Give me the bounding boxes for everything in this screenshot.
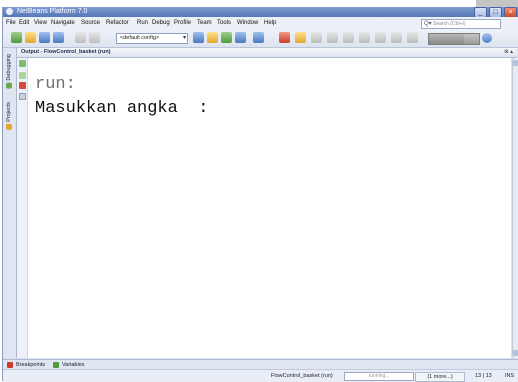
- tab-projects[interactable]: Projects: [4, 102, 14, 130]
- menu-help[interactable]: Help: [264, 17, 276, 29]
- scroll-down-arrow[interactable]: [513, 350, 518, 356]
- output-panel-header[interactable]: Output - FlowControl_basket (run) ⊗ ▴: [17, 48, 517, 58]
- run-to-cursor-icon[interactable]: [375, 32, 386, 43]
- config-select[interactable]: <default config> ▾: [116, 33, 188, 44]
- search-icon: Q▾: [424, 21, 432, 27]
- tab-debugging[interactable]: Debugging: [4, 54, 14, 89]
- menu-tools[interactable]: Tools: [217, 17, 231, 29]
- redo-icon[interactable]: [89, 32, 100, 43]
- open-project-icon[interactable]: [39, 32, 50, 43]
- window-controls: _ □ ×: [474, 7, 517, 18]
- step-out-icon[interactable]: [359, 32, 370, 43]
- build-icon[interactable]: [193, 32, 204, 43]
- tab-debugging-label: Debugging: [6, 54, 12, 81]
- running-project[interactable]: FlowControl_basket (run): [271, 370, 333, 382]
- save-all-icon[interactable]: [53, 32, 64, 43]
- wrap-output-icon[interactable]: [19, 93, 26, 100]
- rerun-different-params-icon[interactable]: [19, 72, 26, 79]
- progress-label: running...: [368, 373, 390, 379]
- pause-icon[interactable]: [295, 32, 306, 43]
- debug-icon[interactable]: [235, 32, 246, 43]
- memory-fill: [429, 34, 464, 44]
- variables-icon: [53, 362, 59, 368]
- breakpoint-icon: [7, 362, 13, 368]
- step-over-icon[interactable]: [327, 32, 338, 43]
- debugging-icon: [6, 82, 12, 89]
- menu-window[interactable]: Window: [237, 17, 258, 29]
- projects-icon: [6, 123, 12, 130]
- menu-navigate[interactable]: Navigate: [51, 17, 75, 29]
- search-input[interactable]: Q▾ Search (Ctrl+I): [421, 19, 501, 29]
- menu-file[interactable]: File: [6, 17, 16, 29]
- status-bar: FlowControl_basket (run) running... (1 m…: [3, 369, 518, 382]
- menu-refactor[interactable]: Refactor: [106, 17, 129, 29]
- garbage-collect-icon[interactable]: [482, 33, 492, 43]
- output-title: Output - FlowControl_basket (run): [21, 49, 111, 55]
- menu-debug[interactable]: Debug: [152, 17, 170, 29]
- new-file-icon[interactable]: [11, 32, 22, 43]
- menu-edit[interactable]: Edit: [19, 17, 29, 29]
- netbeans-icon: [6, 8, 13, 15]
- console-line: run:: [35, 75, 76, 94]
- menu-profile[interactable]: Profile: [174, 17, 191, 29]
- tab-projects-label: Projects: [6, 102, 12, 122]
- scroll-up-arrow[interactable]: [513, 60, 518, 66]
- search-placeholder: Search (Ctrl+I): [433, 21, 466, 27]
- main-toolbar: <default config> ▾: [3, 29, 518, 48]
- continue-icon[interactable]: [311, 32, 322, 43]
- profile-icon[interactable]: [253, 32, 264, 43]
- take-snapshot-icon[interactable]: [407, 32, 418, 43]
- title-bar: NetBeans Platform 7.0 _ □ ×: [3, 7, 518, 18]
- clean-build-icon[interactable]: [207, 32, 218, 43]
- menu-run[interactable]: Run: [137, 17, 148, 29]
- ide-window: NetBeans Platform 7.0 _ □ × File Edit Vi…: [2, 7, 518, 382]
- console-line: Masukkan angka :: [35, 99, 209, 118]
- chevron-down-icon: ▾: [182, 35, 186, 41]
- panel-controls[interactable]: ⊗ ▴: [504, 48, 513, 57]
- insert-mode: INS: [505, 373, 515, 379]
- memory-indicator[interactable]: [428, 33, 480, 45]
- menu-team[interactable]: Team: [197, 17, 212, 29]
- config-value: <default config>: [120, 35, 160, 41]
- progress-bar[interactable]: running...: [344, 372, 414, 381]
- new-project-icon[interactable]: [25, 32, 36, 43]
- step-into-icon[interactable]: [343, 32, 354, 43]
- window-title: NetBeans Platform 7.0: [17, 8, 88, 15]
- output-gutter: [17, 58, 28, 358]
- run-icon[interactable]: [221, 32, 232, 43]
- undo-icon[interactable]: [75, 32, 86, 43]
- vertical-scrollbar[interactable]: [512, 58, 518, 358]
- stop-process-icon[interactable]: [19, 82, 26, 89]
- left-tab-strip: Debugging Projects: [3, 48, 17, 358]
- rerun-icon[interactable]: [19, 60, 26, 67]
- stop-icon[interactable]: [279, 32, 290, 43]
- apply-code-changes-icon[interactable]: [391, 32, 402, 43]
- caret-position: 13 | 13: [475, 373, 492, 379]
- menu-view[interactable]: View: [34, 17, 47, 29]
- menu-bar: File Edit View Navigate Source Refactor …: [3, 17, 518, 29]
- output-console[interactable]: run: Masukkan angka :: [28, 58, 511, 358]
- menu-source[interactable]: Source: [81, 17, 100, 29]
